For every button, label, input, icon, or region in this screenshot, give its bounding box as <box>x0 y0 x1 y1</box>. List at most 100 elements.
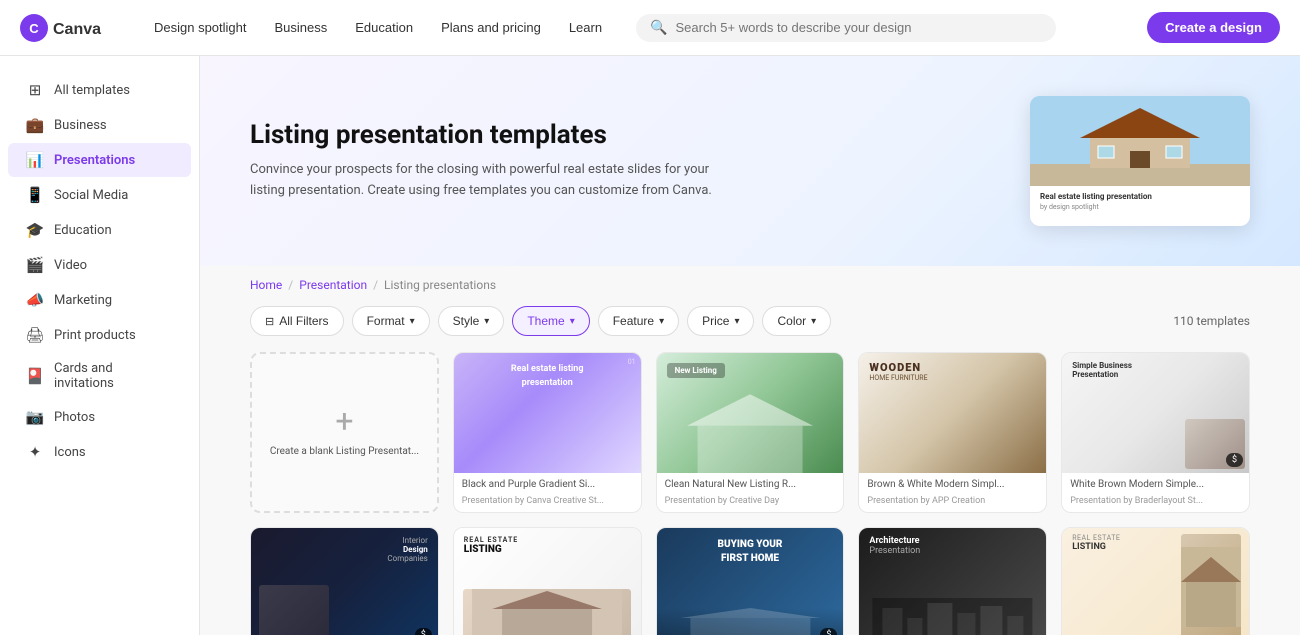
color-chevron-icon: ▾ <box>811 316 816 327</box>
template-card-realestate-white[interactable]: REAL ESTATE LISTING Real Estate Listin <box>453 527 642 635</box>
sidebar-item-education[interactable]: 🎓 Education <box>8 213 191 247</box>
search-input[interactable] <box>676 20 1043 35</box>
card-thumb-green: New Listing <box>657 353 844 473</box>
topnav-links: Design spotlight Business Education Plan… <box>142 14 614 41</box>
icons-icon: ✦ <box>26 443 44 461</box>
breadcrumb-current: Listing presentations <box>384 278 496 292</box>
card-thumb-realestate-white: REAL ESTATE LISTING <box>454 528 641 635</box>
breadcrumb-home[interactable]: Home <box>250 278 282 292</box>
theme-chevron-icon: ▾ <box>570 316 575 327</box>
filter-bar: ⊟ All Filters Format ▾ Style ▾ Theme ▾ F… <box>200 298 1300 348</box>
print-icon: 🖨 <box>26 326 44 344</box>
card-label-whitegray: White Brown Modern Simple... <box>1062 473 1249 496</box>
dollar-badge-whitegray: $ <box>1226 453 1243 467</box>
all-filters-button[interactable]: ⊟ All Filters <box>250 306 344 336</box>
style-filter-button[interactable]: Style ▾ <box>438 306 505 336</box>
sidebar-label-all-templates: All templates <box>54 83 130 98</box>
card-by-brown: Presentation by APP Creation <box>859 496 1046 512</box>
card-thumb-beige: Real Estate LISTING <box>1062 528 1249 635</box>
card-thumb-arch: Architecture Presentation <box>859 528 1046 635</box>
sidebar-label-print-products: Print products <box>54 328 136 343</box>
breadcrumb: Home / Presentation / Listing presentati… <box>200 266 1300 298</box>
theme-filter-button[interactable]: Theme ▾ <box>512 306 589 336</box>
hero-image: Real estate listing presentation by desi… <box>1030 96 1250 226</box>
sidebar-item-print-products[interactable]: 🖨 Print products <box>8 318 191 352</box>
sidebar: ⊞ All templates 💼 Business 📊 Presentatio… <box>0 56 200 635</box>
marketing-icon: 📣 <box>26 291 44 309</box>
logo[interactable]: C Canva <box>20 14 110 42</box>
template-card-beige[interactable]: Real Estate LISTING Real Estate Listin <box>1061 527 1250 635</box>
sidebar-label-social-media: Social Media <box>54 188 128 203</box>
topnav-plans[interactable]: Plans and pricing <box>429 14 553 41</box>
breadcrumb-sep-2: / <box>373 278 378 292</box>
price-chevron-icon: ▾ <box>734 316 739 327</box>
card-label-purple: Black and Purple Gradient Si... <box>454 473 641 496</box>
hero-img-title: Real estate listing presentation <box>1040 192 1240 201</box>
sidebar-label-presentations: Presentations <box>54 153 135 168</box>
feature-chevron-icon: ▾ <box>659 316 664 327</box>
breadcrumb-presentation[interactable]: Presentation <box>299 278 367 292</box>
template-card-whitegray[interactable]: Simple BusinessPresentation $ White Brow… <box>1061 352 1250 513</box>
sidebar-label-icons: Icons <box>54 445 86 460</box>
business-icon: 💼 <box>26 116 44 134</box>
card-label-brown: Brown & White Modern Simpl... <box>859 473 1046 496</box>
theme-label: Theme <box>527 314 564 328</box>
feature-filter-button[interactable]: Feature ▾ <box>598 306 679 336</box>
topnav-learn[interactable]: Learn <box>557 14 614 41</box>
template-card-brown[interactable]: WOODEN HOME FURNITURE Brown & White Mode… <box>858 352 1047 513</box>
hero-section: Listing presentation templates Convince … <box>200 56 1300 266</box>
topnav: C Canva Design spotlight Business Educat… <box>0 0 1300 56</box>
template-card-darkinterior[interactable]: Interior Design Companies $ White Brown … <box>250 527 439 635</box>
sidebar-item-icons[interactable]: ✦ Icons <box>8 435 191 469</box>
feature-label: Feature <box>613 314 654 328</box>
card-thumb-whitegray: Simple BusinessPresentation $ <box>1062 353 1249 473</box>
card-thumb-brown: WOODEN HOME FURNITURE <box>859 353 1046 473</box>
sidebar-item-video[interactable]: 🎬 Video <box>8 248 191 282</box>
template-card-purple[interactable]: Real estate listingpresentation 01 Black… <box>453 352 642 513</box>
template-card-arch[interactable]: Architecture Presentation <box>858 527 1047 635</box>
filter-icon: ⊟ <box>265 315 274 328</box>
sidebar-item-social-media[interactable]: 📱 Social Media <box>8 178 191 212</box>
sidebar-item-business[interactable]: 💼 Business <box>8 108 191 142</box>
hero-subtitle: Convince your prospects for the closing … <box>250 160 730 202</box>
price-filter-button[interactable]: Price ▾ <box>687 306 754 336</box>
all-filters-label: All Filters <box>279 314 328 328</box>
card-by-purple: Presentation by Canva Creative St... <box>454 496 641 512</box>
template-card-green[interactable]: New Listing Clean Natural New Listing R.… <box>656 352 845 513</box>
create-blank-label: Create a blank Listing Presentat... <box>260 440 429 463</box>
video-icon: 🎬 <box>26 256 44 274</box>
search-icon: 🔍 <box>650 20 667 36</box>
sidebar-item-all-templates[interactable]: ⊞ All templates <box>8 73 191 107</box>
dollar-badge-darkinterior: $ <box>415 628 432 635</box>
presentations-icon: 📊 <box>26 151 44 169</box>
format-filter-button[interactable]: Format ▾ <box>352 306 430 336</box>
topnav-education[interactable]: Education <box>343 14 425 41</box>
style-chevron-icon: ▾ <box>484 316 489 327</box>
topnav-business[interactable]: Business <box>263 14 340 41</box>
sidebar-label-marketing: Marketing <box>54 293 112 308</box>
topnav-actions: Create a design <box>1147 12 1280 43</box>
svg-text:Canva: Canva <box>53 21 101 38</box>
page-title: Listing presentation templates <box>250 120 730 150</box>
create-blank-card[interactable]: + Create a blank Listing Presentat... <box>250 352 439 513</box>
create-design-button[interactable]: Create a design <box>1147 12 1280 43</box>
grid-icon: ⊞ <box>26 81 44 99</box>
color-filter-button[interactable]: Color ▾ <box>762 306 831 336</box>
sidebar-label-education: Education <box>54 223 112 238</box>
sidebar-item-marketing[interactable]: 📣 Marketing <box>8 283 191 317</box>
cards-icon: 🎴 <box>26 367 44 385</box>
hero-img-subtitle: by design spotlight <box>1040 203 1240 211</box>
sidebar-item-cards-invitations[interactable]: 🎴 Cards and invitations <box>8 353 191 399</box>
hero-text: Listing presentation templates Convince … <box>250 120 730 202</box>
topnav-design-spotlight[interactable]: Design spotlight <box>142 14 259 41</box>
template-card-bluehome[interactable]: BUYING YOURFIRST HOME $ Buying Your Firs… <box>656 527 845 635</box>
search-bar: 🔍 <box>636 14 1056 42</box>
sidebar-label-cards-invitations: Cards and invitations <box>54 361 173 391</box>
photos-icon: 📷 <box>26 408 44 426</box>
price-label: Price <box>702 314 729 328</box>
card-by-whitegray: Presentation by Braderlayout St... <box>1062 496 1249 512</box>
sidebar-item-presentations[interactable]: 📊 Presentations <box>8 143 191 177</box>
card-by-green: Presentation by Creative Day <box>657 496 844 512</box>
sidebar-item-photos[interactable]: 📷 Photos <box>8 400 191 434</box>
card-thumb-darkinterior: Interior Design Companies $ <box>251 528 438 635</box>
